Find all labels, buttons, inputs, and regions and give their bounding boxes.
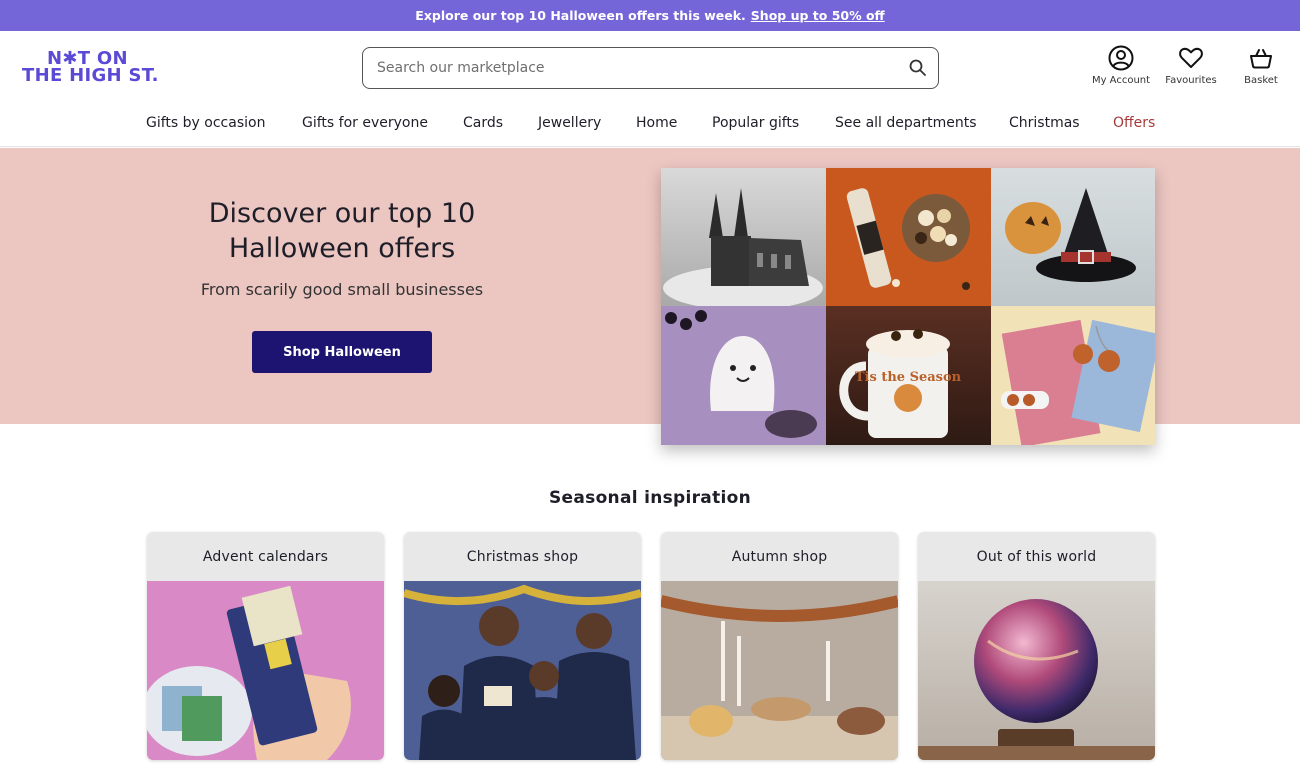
site-header: N✱T ON THE HIGH ST. My Account Favourite… xyxy=(0,31,1300,147)
basket-icon xyxy=(1250,49,1272,69)
card-label: Advent calendars xyxy=(147,532,384,581)
collage-tile-witch-hat xyxy=(991,168,1155,306)
card-autumn-shop[interactable]: Autumn shop xyxy=(661,532,898,760)
search-input[interactable] xyxy=(377,48,897,88)
site-logo[interactable]: N✱T ON THE HIGH ST. xyxy=(22,50,162,88)
nav-gifts-for-everyone[interactable]: Gifts for everyone xyxy=(302,115,428,131)
my-account-button[interactable]: My Account xyxy=(1086,45,1156,95)
christmas-shop-image xyxy=(404,581,641,760)
card-label: Christmas shop xyxy=(404,532,641,581)
seasonal-inspiration-title: Seasonal inspiration xyxy=(549,488,751,508)
nav-cards[interactable]: Cards xyxy=(463,115,503,131)
halloween-collage-image[interactable]: Tis the Season xyxy=(661,168,1155,445)
account-icon xyxy=(1108,45,1134,71)
logo-line-2: THE HIGH ST. xyxy=(22,65,159,86)
mug-text: Tis the Season xyxy=(855,370,962,385)
collage-tile-ghost xyxy=(661,306,826,445)
collage-tile-popcorn xyxy=(826,168,991,306)
hero-subtitle: From scarily good small businesses xyxy=(200,280,484,299)
card-christmas-shop[interactable]: Christmas shop xyxy=(404,532,641,760)
search-box xyxy=(362,47,939,89)
promo-text: Explore our top 10 Halloween offers this… xyxy=(415,8,746,23)
card-label: Autumn shop xyxy=(661,532,898,581)
favourites-button[interactable]: Favourites xyxy=(1156,45,1226,95)
favourites-label: Favourites xyxy=(1165,75,1217,86)
collage-tile-earrings xyxy=(991,306,1155,445)
basket-label: Basket xyxy=(1244,75,1278,86)
nav-offers[interactable]: Offers xyxy=(1113,115,1155,131)
collage-tile-church xyxy=(661,168,826,306)
shop-halloween-button[interactable]: Shop Halloween xyxy=(252,331,432,373)
nav-see-all-departments[interactable]: See all departments xyxy=(835,115,977,131)
card-label: Out of this world xyxy=(918,532,1155,581)
promo-banner: Explore our top 10 Halloween offers this… xyxy=(0,0,1300,31)
card-out-of-this-world[interactable]: Out of this world xyxy=(918,532,1155,760)
my-account-label: My Account xyxy=(1091,75,1151,86)
hero-title-line-1: Discover our top 10 xyxy=(208,198,476,229)
nav-jewellery[interactable]: Jewellery xyxy=(538,115,601,131)
collage-tile-mug: Tis the Season xyxy=(826,306,991,445)
autumn-shop-image xyxy=(661,581,898,760)
nav-christmas[interactable]: Christmas xyxy=(1009,115,1080,131)
hero-title: Discover our top 10 Halloween offers xyxy=(170,196,514,266)
main-nav: Gifts by occasion Gifts for everyone Car… xyxy=(0,107,1300,139)
search-icon[interactable] xyxy=(908,58,928,78)
basket-button[interactable]: Basket xyxy=(1226,45,1296,95)
nav-home[interactable]: Home xyxy=(636,115,677,131)
hero-title-line-2: Halloween offers xyxy=(228,233,456,264)
heart-icon xyxy=(1179,47,1203,68)
nav-gifts-by-occasion[interactable]: Gifts by occasion xyxy=(146,115,265,131)
promo-link[interactable]: Shop up to 50% off xyxy=(751,8,885,23)
nav-popular-gifts[interactable]: Popular gifts xyxy=(712,115,799,131)
advent-calendar-image xyxy=(147,581,384,760)
card-advent-calendars[interactable]: Advent calendars xyxy=(147,532,384,760)
galaxy-lamp-image xyxy=(918,581,1155,760)
